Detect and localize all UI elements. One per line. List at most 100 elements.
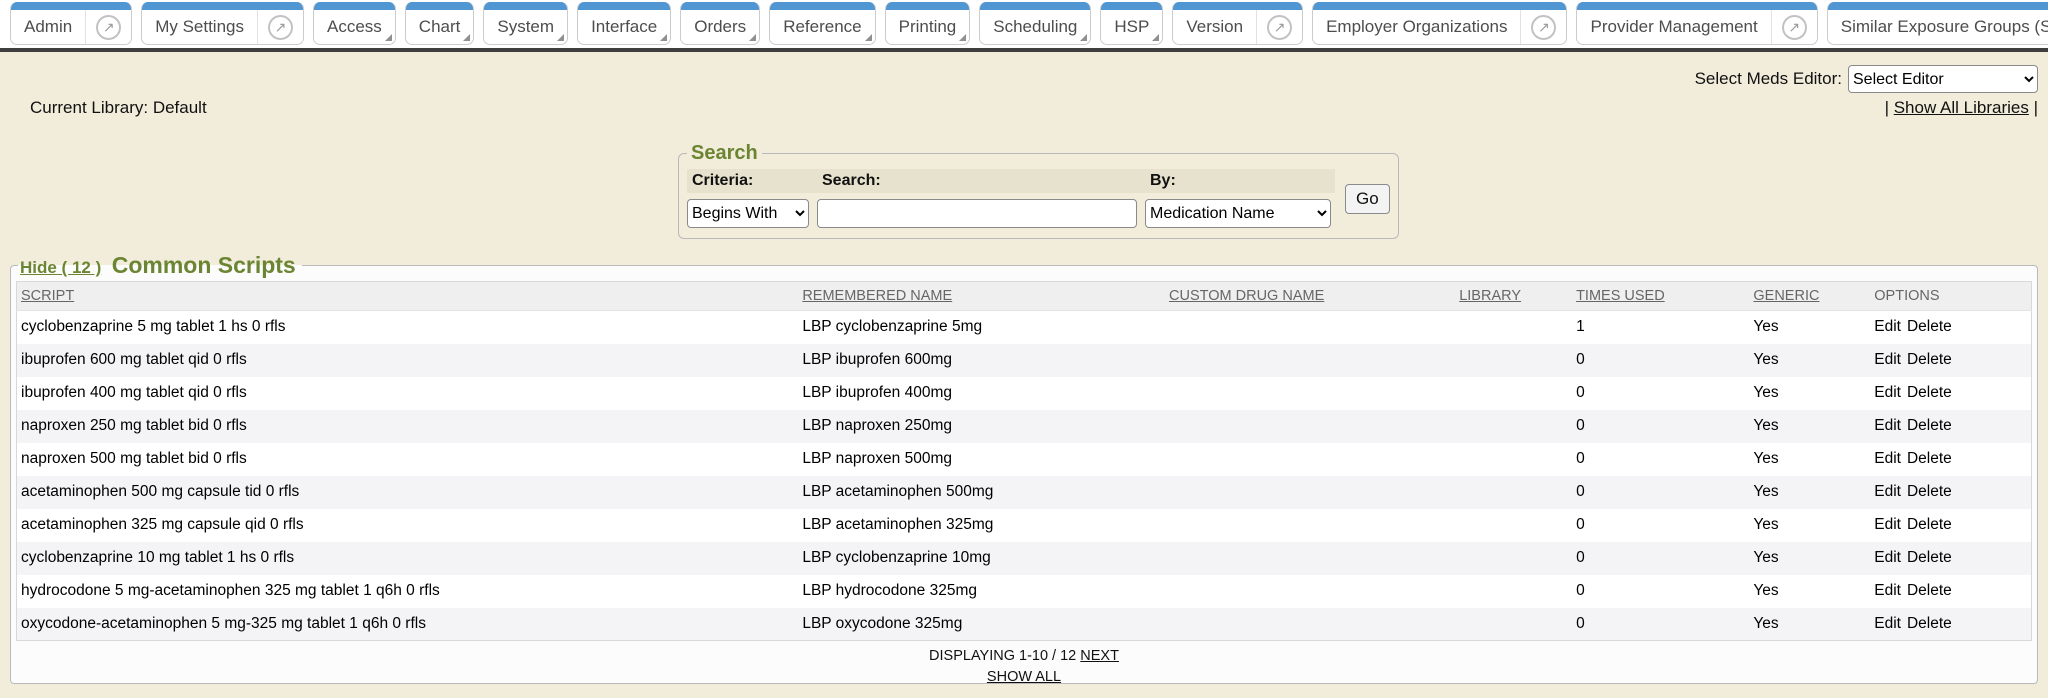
table-row: ibuprofen 400 mg tablet qid 0 rfls LBP i… bbox=[17, 377, 2032, 410]
column-header-label[interactable]: TIMES USED bbox=[1576, 288, 1665, 304]
tab-my-settings[interactable]: My Settings ↗ bbox=[141, 2, 304, 45]
remembered-name-text: LBP naproxen 250mg bbox=[802, 417, 952, 434]
options-cell: Edit Delete bbox=[1870, 311, 2031, 344]
tab-access[interactable]: Access ↗ bbox=[313, 2, 396, 45]
tab-label: Version bbox=[1186, 17, 1243, 37]
column-header-label[interactable]: CUSTOM DRUG NAME bbox=[1169, 288, 1324, 304]
tab-similar-exposure-groups-segs[interactable]: Similar Exposure Groups (SEGs) ↗ bbox=[1827, 2, 2048, 45]
remembered-name-text: LBP acetaminophen 325mg bbox=[802, 516, 993, 533]
show-all-link[interactable]: SHOW ALL bbox=[987, 669, 1061, 685]
delete-link[interactable]: Delete bbox=[1907, 351, 1952, 368]
tab-reference[interactable]: Reference ↗ bbox=[769, 2, 875, 45]
edit-link[interactable]: Edit bbox=[1874, 549, 1901, 566]
tab-system[interactable]: System ↗ bbox=[483, 2, 568, 45]
edit-link[interactable]: Edit bbox=[1874, 615, 1901, 632]
table-row: oxycodone-acetaminophen 5 mg-325 mg tabl… bbox=[17, 608, 2032, 641]
generic-text: Yes bbox=[1753, 483, 1778, 500]
tab-interface[interactable]: Interface ↗ bbox=[577, 2, 671, 45]
edit-link[interactable]: Edit bbox=[1874, 450, 1901, 467]
tab-accent-bar bbox=[11, 2, 131, 10]
tab-employer-organizations[interactable]: Employer Organizations ↗ bbox=[1312, 2, 1567, 45]
tab-label: Reference bbox=[783, 17, 861, 37]
common-scripts-legend: Hide ( 12 ) Common Scripts bbox=[18, 252, 302, 279]
custom-drug-name-cell bbox=[1165, 311, 1455, 344]
remembered-name-text: LBP acetaminophen 500mg bbox=[802, 483, 993, 500]
meds-editor-select[interactable]: Select Editor bbox=[1848, 65, 2038, 93]
dropdown-caret-icon bbox=[865, 34, 872, 41]
script-text: oxycodone-acetaminophen 5 mg-325 mg tabl… bbox=[21, 615, 426, 632]
column-header-options: OPTIONS bbox=[1870, 282, 2031, 311]
column-header-label[interactable]: REMEMBERED NAME bbox=[802, 288, 952, 304]
remembered-name-cell: LBP acetaminophen 325mg bbox=[798, 509, 1165, 542]
edit-link[interactable]: Edit bbox=[1874, 483, 1901, 500]
tab-printing[interactable]: Printing ↗ bbox=[885, 2, 971, 45]
delete-link[interactable]: Delete bbox=[1907, 450, 1952, 467]
tab-accent-bar bbox=[681, 2, 759, 10]
table-row: ibuprofen 600 mg tablet qid 0 rfls LBP i… bbox=[17, 344, 2032, 377]
tab-scheduling[interactable]: Scheduling ↗ bbox=[979, 2, 1091, 45]
tab-version[interactable]: Version ↗ bbox=[1172, 2, 1303, 45]
tab-admin[interactable]: Admin ↗ bbox=[10, 2, 132, 45]
column-header-label[interactable]: LIBRARY bbox=[1459, 288, 1521, 304]
tab-accent-bar bbox=[1313, 2, 1566, 10]
generic-text: Yes bbox=[1753, 582, 1778, 599]
column-header-times-used: TIMES USED bbox=[1572, 282, 1749, 311]
delete-link[interactable]: Delete bbox=[1907, 549, 1952, 566]
table-row: cyclobenzaprine 5 mg tablet 1 hs 0 rfls … bbox=[17, 311, 2032, 344]
delete-link[interactable]: Delete bbox=[1907, 318, 1952, 335]
generic-text: Yes bbox=[1753, 615, 1778, 632]
edit-link[interactable]: Edit bbox=[1874, 351, 1901, 368]
search-input[interactable] bbox=[817, 199, 1137, 228]
custom-drug-name-cell bbox=[1165, 410, 1455, 443]
tab-provider-management[interactable]: Provider Management ↗ bbox=[1576, 2, 1817, 45]
edit-link[interactable]: Edit bbox=[1874, 417, 1901, 434]
dropdown-caret-icon bbox=[463, 34, 470, 41]
by-select[interactable]: Medication Name bbox=[1145, 199, 1331, 228]
tab-accent-bar bbox=[314, 2, 395, 10]
edit-link[interactable]: Edit bbox=[1874, 384, 1901, 401]
show-all-libraries-link[interactable]: Show All Libraries bbox=[1894, 98, 2029, 117]
times-used-text: 0 bbox=[1576, 417, 1585, 434]
next-link[interactable]: NEXT bbox=[1080, 648, 1119, 664]
generic-cell: Yes bbox=[1749, 509, 1870, 542]
delete-link[interactable]: Delete bbox=[1907, 483, 1952, 500]
tab-accent-bar bbox=[1101, 2, 1162, 10]
times-used-text: 0 bbox=[1576, 384, 1585, 401]
tab-label: Provider Management bbox=[1590, 17, 1757, 37]
script-cell: cyclobenzaprine 10 mg tablet 1 hs 0 rfls bbox=[17, 542, 799, 575]
column-header-label[interactable]: GENERIC bbox=[1753, 288, 1819, 304]
delete-link[interactable]: Delete bbox=[1907, 615, 1952, 632]
edit-link[interactable]: Edit bbox=[1874, 582, 1901, 599]
options-cell: Edit Delete bbox=[1870, 608, 2031, 641]
delete-link[interactable]: Delete bbox=[1907, 384, 1952, 401]
options-cell: Edit Delete bbox=[1870, 542, 2031, 575]
script-text: naproxen 500 mg tablet bid 0 rfls bbox=[21, 450, 247, 467]
external-link-icon: ↗ bbox=[96, 15, 121, 40]
options-cell: Edit Delete bbox=[1870, 344, 2031, 377]
current-library-label: Current Library: Default bbox=[30, 98, 207, 118]
edit-link[interactable]: Edit bbox=[1874, 516, 1901, 533]
times-used-cell: 0 bbox=[1572, 344, 1749, 377]
library-cell bbox=[1455, 443, 1572, 476]
generic-text: Yes bbox=[1753, 516, 1778, 533]
delete-link[interactable]: Delete bbox=[1907, 582, 1952, 599]
criteria-select[interactable]: Begins With bbox=[687, 199, 809, 228]
tab-hsp[interactable]: HSP ↗ bbox=[1100, 2, 1163, 45]
tab-orders[interactable]: Orders ↗ bbox=[680, 2, 760, 45]
tab-accent-bar bbox=[770, 2, 874, 10]
hide-link[interactable]: Hide ( 12 ) bbox=[20, 258, 101, 277]
generic-text: Yes bbox=[1753, 549, 1778, 566]
column-header-label[interactable]: SCRIPT bbox=[21, 288, 74, 304]
delete-link[interactable]: Delete bbox=[1907, 516, 1952, 533]
library-cell bbox=[1455, 377, 1572, 410]
edit-link[interactable]: Edit bbox=[1874, 318, 1901, 335]
generic-cell: Yes bbox=[1749, 311, 1870, 344]
delete-link[interactable]: Delete bbox=[1907, 417, 1952, 434]
tab-chart[interactable]: Chart ↗ bbox=[405, 2, 475, 45]
go-button[interactable]: Go bbox=[1345, 184, 1390, 214]
script-text: ibuprofen 600 mg tablet qid 0 rfls bbox=[21, 351, 247, 368]
tab-label: Printing bbox=[899, 17, 957, 37]
table-header-row: SCRIPT REMEMBERED NAME CUSTOM DRUG NAME … bbox=[17, 282, 2032, 311]
table-row: hydrocodone 5 mg-acetaminophen 325 mg ta… bbox=[17, 575, 2032, 608]
times-used-cell: 0 bbox=[1572, 443, 1749, 476]
